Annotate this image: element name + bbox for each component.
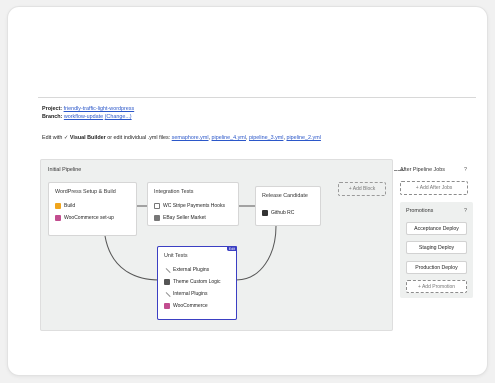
job-external-plugins[interactable]: External Plugins	[164, 267, 209, 273]
block-title: Unit Tests	[164, 253, 188, 259]
job-label: Internal Plugins	[173, 291, 208, 297]
job-label: Github RC	[271, 210, 295, 216]
stripe-icon	[154, 203, 160, 209]
block-title: WordPress Setup & Build	[55, 189, 116, 195]
block-wordpress-setup[interactable]: WordPress Setup & Build Build WooCommerc…	[48, 182, 137, 236]
job-ebay-seller[interactable]: EBay Seller Market	[154, 215, 206, 221]
project-link[interactable]: friendly-traffic-light-wordpress	[64, 106, 135, 112]
project-row: Project: friendly-traffic-light-wordpres…	[42, 105, 134, 113]
block-title: Release Candidate	[262, 193, 308, 199]
job-label: Build	[64, 203, 76, 209]
edit-prefix: Edit with	[42, 135, 63, 141]
promotion-production-deploy[interactable]: Production Deploy	[406, 261, 467, 274]
job-label: Theme Custom Logic	[173, 279, 221, 285]
job-woocommerce[interactable]: WooCommerce	[164, 303, 208, 309]
add-after-jobs-button[interactable]: + Add After Jobs	[400, 181, 468, 195]
visual-builder-label: ✓ Visual Builder	[63, 135, 106, 141]
connector-setup-unit	[104, 235, 160, 281]
branch-row: Branch: workflow-update (Change...)	[42, 113, 134, 121]
block-release-candidate[interactable]: Release Candidate Github RC	[255, 186, 321, 226]
block-title: Integration Tests	[154, 189, 194, 195]
edit-mode-line: Edit with ✓ Visual Builder or edit indiv…	[42, 135, 321, 141]
job-github-rc[interactable]: Github RC	[262, 210, 294, 216]
ebay-icon	[154, 215, 160, 221]
connector-unit-release	[235, 225, 277, 281]
header-divider	[38, 97, 476, 98]
woocommerce-icon	[164, 303, 170, 309]
job-theme-custom-logic[interactable]: Theme Custom Logic	[164, 279, 221, 285]
block-unit-tests[interactable]: Edit Unit Tests External Plugins Theme C…	[157, 246, 237, 320]
edit-middle: or edit individual .yml files:	[107, 135, 171, 141]
wrench-icon	[164, 291, 170, 297]
wrench-icon	[164, 267, 170, 273]
pipeline-canvas: Initial Pipeline WordPress Setup & Build…	[40, 159, 393, 331]
promotion-staging-deploy[interactable]: Staging Deploy	[406, 241, 467, 254]
job-woocommerce-setup[interactable]: WooCommerce set-up	[55, 215, 114, 221]
promotion-acceptance-deploy[interactable]: Acceptance Deploy	[406, 222, 467, 235]
branch-link[interactable]: workflow-update	[64, 114, 103, 120]
project-info: Project: friendly-traffic-light-wordpres…	[42, 105, 134, 121]
github-icon	[262, 210, 268, 216]
job-label: WooCommerce set-up	[64, 215, 114, 221]
branch-label: Branch:	[42, 114, 63, 120]
file-link-pipeline-2[interactable]: pipeline_2.yml	[286, 135, 320, 141]
file-link-pipeline-4[interactable]: pipeline_4.yml	[212, 135, 246, 141]
job-label: EBay Seller Market	[163, 215, 206, 221]
job-wc-stripe[interactable]: WC Stripe Payments Hooks	[154, 203, 225, 209]
change-branch-link[interactable]: (Change...)	[105, 114, 132, 120]
edit-badge[interactable]: Edit	[226, 246, 237, 251]
promotions-title: Promotions	[406, 208, 434, 214]
project-label: Project:	[42, 106, 63, 112]
logic-icon	[164, 279, 170, 285]
after-jobs-help-icon[interactable]: ?	[464, 167, 467, 173]
file-link-pipeline-3[interactable]: pipeline_3.yml	[249, 135, 283, 141]
after-jobs-title: After Pipeline Jobs	[400, 167, 445, 173]
block-integration-tests[interactable]: Integration Tests WC Stripe Payments Hoo…	[147, 182, 239, 226]
add-promotion-button[interactable]: + Add Promotion	[406, 280, 467, 293]
file-link-semaphore[interactable]: semaphore.yml	[172, 135, 209, 141]
build-icon	[55, 203, 61, 209]
job-internal-plugins[interactable]: Internal Plugins	[164, 291, 207, 297]
woocommerce-icon	[55, 215, 61, 221]
job-build[interactable]: Build	[55, 203, 75, 209]
job-label: External Plugins	[173, 267, 210, 273]
editor-card: Project: friendly-traffic-light-wordpres…	[7, 6, 488, 376]
add-block-button[interactable]: + Add Block	[338, 182, 386, 196]
job-label: WooCommerce	[173, 303, 208, 309]
promotions-help-icon[interactable]: ?	[464, 208, 467, 214]
job-label: WC Stripe Payments Hooks	[163, 203, 225, 209]
